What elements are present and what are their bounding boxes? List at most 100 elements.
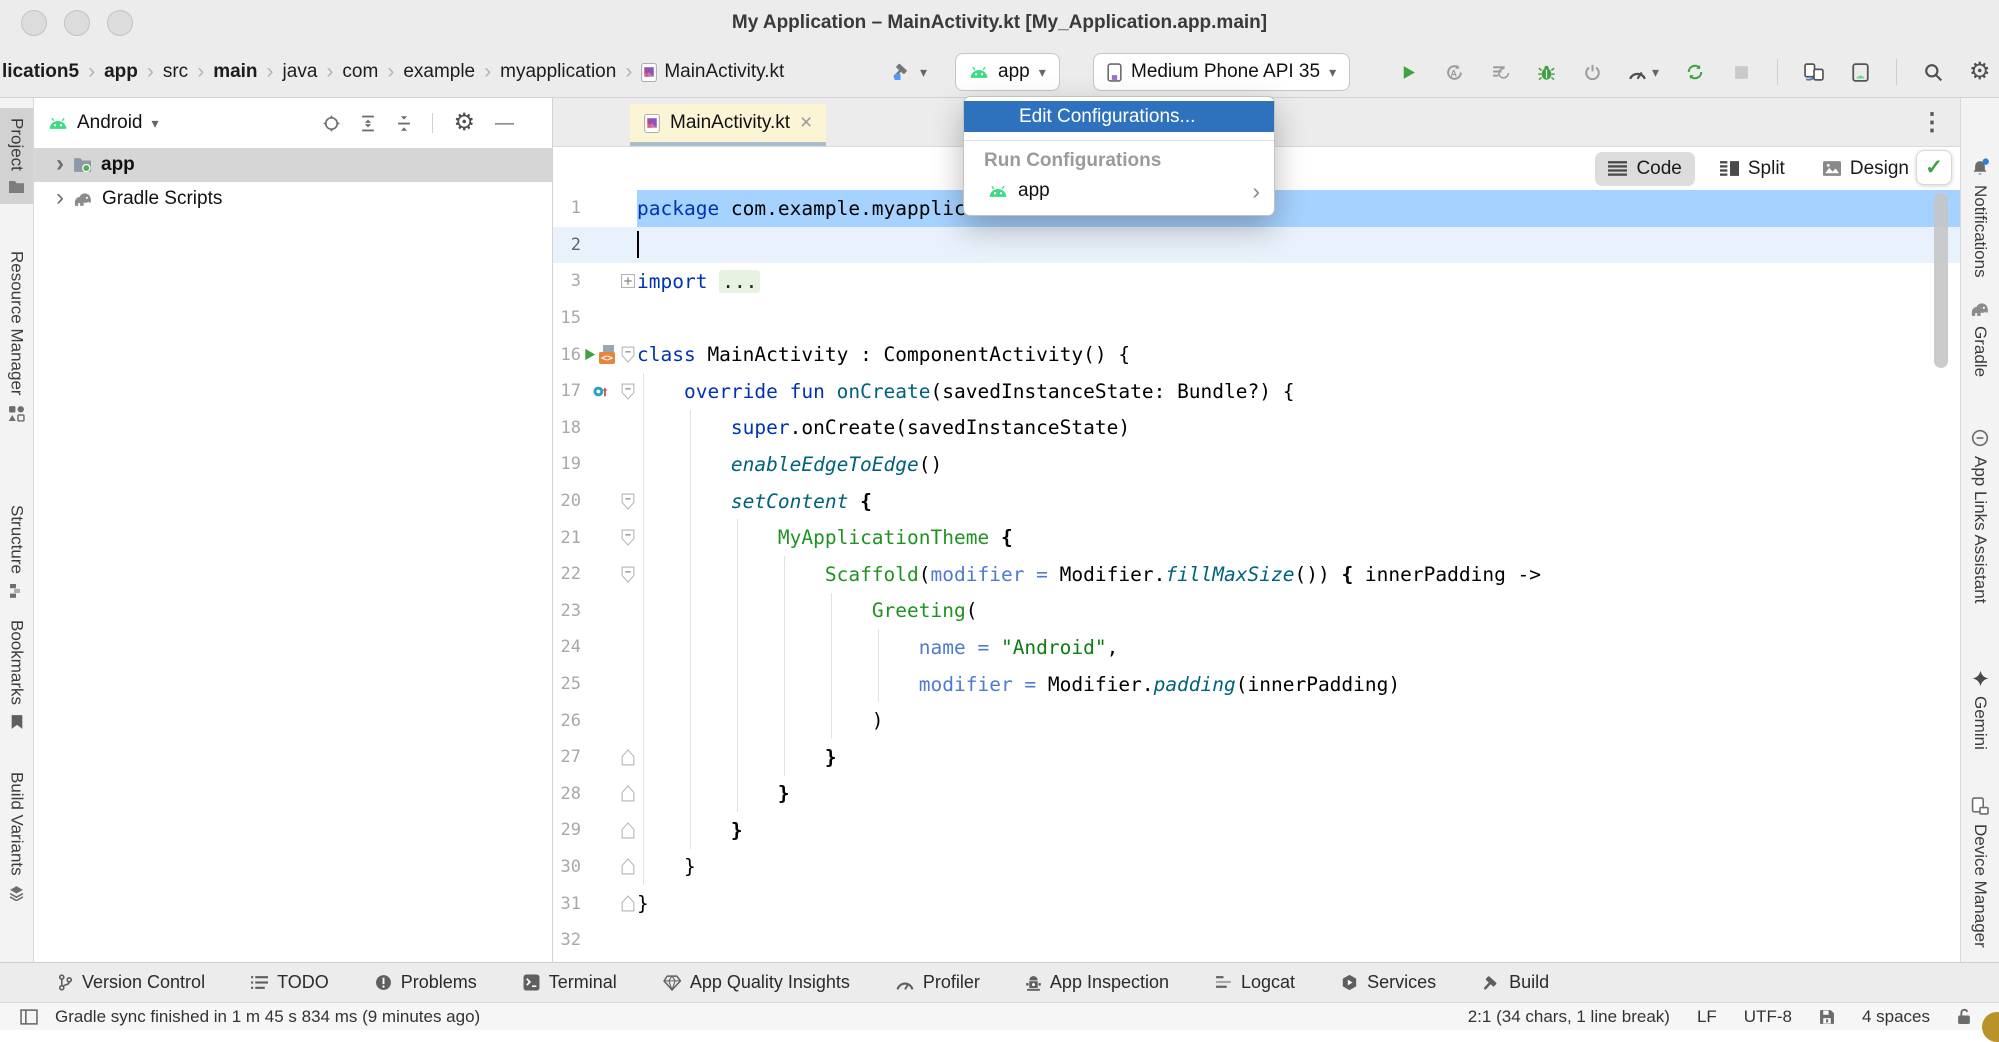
toolwindow-app-inspection[interactable]: App Inspection (1026, 972, 1169, 993)
settings-icon[interactable]: ⚙ (453, 111, 475, 135)
sidebar-item-structure[interactable]: Structure (0, 495, 33, 608)
fold-end-icon[interactable] (621, 822, 635, 839)
apply-changes-restart-button[interactable]: A (1444, 63, 1464, 82)
running-devices-button[interactable] (1850, 63, 1870, 82)
collapse-all-icon[interactable] (396, 115, 412, 132)
editor-options-kebab-icon[interactable]: ⋮ (1920, 108, 1944, 137)
sidebar-item-device-manager[interactable]: Device Manager (1961, 787, 1999, 958)
sidebar-item-project[interactable]: Project (0, 108, 33, 204)
editor-scrollbar[interactable] (1934, 193, 1948, 368)
code-line-19: 19 enableEdgeToEdge() (553, 446, 1960, 483)
sidebar-item-notifications[interactable]: Notifications (1961, 148, 1999, 288)
toolwindow-terminal[interactable]: Terminal (523, 972, 617, 993)
device-mirroring-button[interactable] (1804, 63, 1824, 81)
tree-item-gradle-scripts[interactable]: ›Gradle Scripts (34, 182, 552, 216)
code-editor[interactable]: 1package com.example.myapplication23impo… (553, 190, 1960, 962)
fold-minus-icon[interactable] (621, 493, 635, 510)
breadcrumb-item-src[interactable]: src (163, 61, 188, 83)
sidebar-item-bookmarks[interactable]: Bookmarks (0, 610, 33, 740)
sync-project-button[interactable] (1685, 63, 1705, 81)
sidebar-item-resource-manager[interactable]: Resource Manager (0, 241, 33, 432)
hammer-icon (891, 63, 911, 81)
sidebar-item-app-links-assistant[interactable]: App Links Assistant (1961, 419, 1999, 613)
toolwindow-build[interactable]: Build (1482, 972, 1549, 993)
code-token: override fun (684, 380, 825, 403)
breadcrumb-item-com[interactable]: com (342, 61, 378, 83)
line-ending-status[interactable]: LF (1697, 1007, 1717, 1027)
view-toggle-design[interactable]: Design (1810, 152, 1922, 186)
fold-minus-icon[interactable] (621, 383, 635, 400)
breadcrumb-item-example[interactable]: example (403, 61, 475, 83)
run-line-icon[interactable] (582, 347, 597, 362)
compose-icon[interactable]: <> (599, 345, 618, 364)
fold-plus-icon[interactable] (621, 274, 635, 288)
fold-end-icon[interactable] (621, 858, 635, 875)
fold-end-icon[interactable] (621, 785, 635, 802)
locate-icon[interactable] (323, 115, 340, 132)
fold-end-icon[interactable] (621, 749, 635, 766)
settings-button[interactable]: ⚙ (1969, 60, 1991, 84)
override-icon[interactable] (592, 383, 609, 400)
apply-changes-button[interactable] (1582, 64, 1602, 81)
search-everywhere-button[interactable] (1923, 63, 1943, 82)
inspections-ok-badge[interactable]: ✓ (1916, 150, 1952, 185)
breadcrumb-item-java[interactable]: java (283, 61, 318, 83)
tree-item-app[interactable]: ›app (34, 148, 552, 182)
toolwindow-app-quality-insights[interactable]: App Quality Insights (663, 972, 850, 993)
svg-text:A: A (1450, 68, 1457, 78)
split-view-icon (1720, 161, 1739, 176)
build-menu-button[interactable]: ▾ (891, 56, 927, 88)
bell-icon (1971, 158, 1990, 176)
sidebar-item-build-variants[interactable]: Build Variants (0, 762, 33, 911)
toolwindow-version-control[interactable]: Version Control (58, 972, 205, 993)
layout-windows-icon[interactable] (20, 1009, 38, 1025)
debug-button[interactable] (1536, 64, 1556, 81)
encoding-status[interactable]: UTF-8 (1744, 1007, 1792, 1027)
device-selector[interactable]: Medium Phone API 35 ▾ (1093, 53, 1350, 91)
project-view-selector[interactable]: Android (77, 112, 143, 134)
code-token: modifier = (931, 563, 1060, 586)
device-icon (1107, 63, 1122, 82)
stop-button[interactable] (1731, 65, 1751, 80)
chevron-right-icon[interactable]: › (56, 186, 64, 210)
breadcrumb-separator-icon: › (484, 60, 491, 84)
sidebar-item-gemini[interactable]: Gemini (1961, 660, 1999, 760)
breadcrumb-item-mainactivity-kt[interactable]: MainActivity.kt (641, 61, 784, 83)
view-toggle-code[interactable]: Code (1595, 152, 1694, 186)
expand-all-icon[interactable] (360, 115, 376, 132)
run-configuration-selector[interactable]: app ▾ (955, 53, 1060, 91)
close-tab-icon[interactable]: × (800, 111, 812, 135)
breadcrumb-item-main[interactable]: main (213, 61, 257, 83)
hide-icon[interactable]: — (495, 114, 514, 133)
breadcrumb-item-app[interactable]: app (104, 61, 138, 83)
caret-position-status[interactable]: 2:1 (34 chars, 1 line break) (1468, 1007, 1670, 1027)
sidebar-item-gradle[interactable]: Gradle (1961, 292, 1999, 387)
code-token: modifier = (919, 673, 1048, 696)
breadcrumb-item-lication5[interactable]: lication5 (2, 61, 79, 83)
toolwindow-problems[interactable]: Problems (375, 972, 477, 993)
editor: MainActivity.kt × ⋮ Code Split Design 1pac… (553, 98, 1960, 962)
breadcrumb-label: lication5 (2, 61, 79, 83)
tab-mainactivity[interactable]: MainActivity.kt × (630, 104, 826, 146)
chevron-right-icon[interactable]: › (56, 152, 64, 176)
debug-icon (1538, 64, 1555, 81)
indent-status[interactable]: 4 spaces (1862, 1007, 1930, 1027)
view-toggle-split[interactable]: Split (1707, 152, 1798, 186)
fold-minus-icon[interactable] (621, 346, 635, 363)
toolwindow-logcat[interactable]: Logcat (1215, 972, 1295, 993)
app-links-icon (1971, 429, 1989, 447)
toolwindow-profiler[interactable]: Profiler (896, 972, 980, 993)
profiler-button[interactable]: ▾ (1628, 64, 1659, 81)
unlocked-icon[interactable] (1957, 1008, 1971, 1025)
run-button[interactable] (1398, 64, 1418, 81)
fold-minus-icon[interactable] (621, 566, 635, 583)
save-icon[interactable] (1819, 1009, 1835, 1025)
apply-code-changes-button[interactable] (1490, 64, 1510, 81)
toolwindow-services[interactable]: Services (1341, 972, 1436, 993)
fold-minus-icon[interactable] (621, 529, 635, 546)
menu-item-app[interactable]: app› (964, 174, 1274, 208)
fold-end-icon[interactable] (621, 895, 635, 912)
toolwindow-todo[interactable]: TODO (251, 972, 329, 993)
breadcrumb-item-myapplication[interactable]: myapplication (500, 61, 616, 83)
menu-item-edit-configurations[interactable]: Edit Configurations... (964, 101, 1274, 132)
